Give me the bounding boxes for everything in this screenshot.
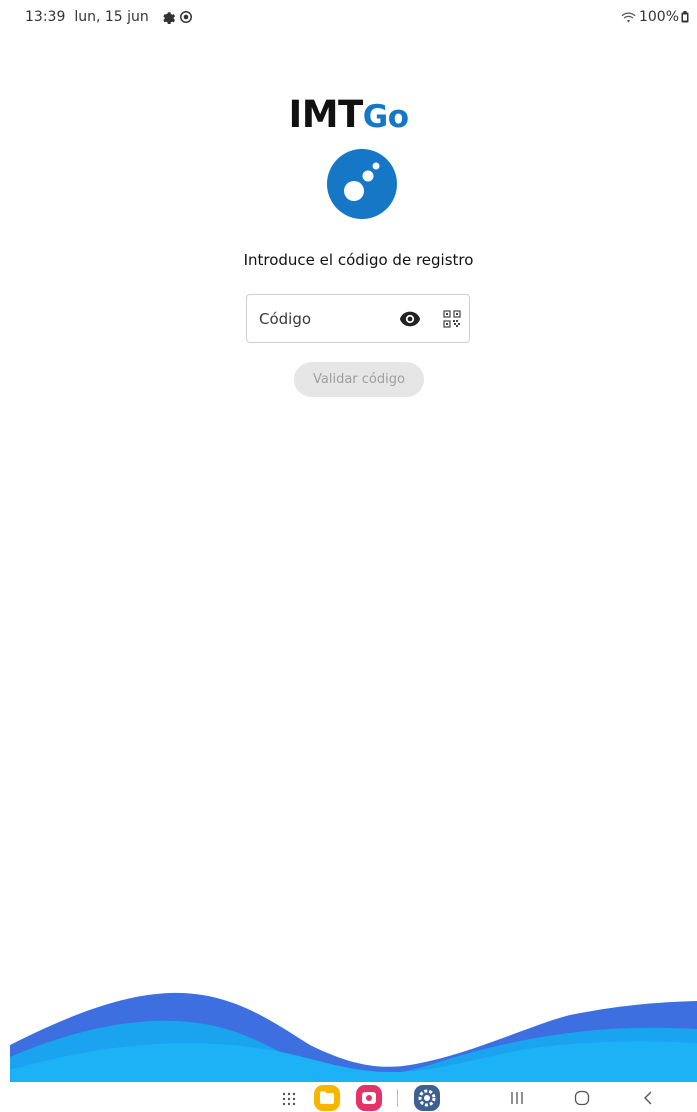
wifi-icon xyxy=(621,11,636,22)
decorative-waves xyxy=(10,992,697,1082)
screen-recorder-app-icon[interactable] xyxy=(356,1085,382,1111)
qr-code-icon[interactable] xyxy=(443,310,461,328)
taskbar-divider xyxy=(397,1089,398,1107)
home-icon[interactable] xyxy=(574,1090,590,1106)
status-time: 13:39 xyxy=(25,9,66,25)
logo-text-imt: IMT xyxy=(288,93,363,136)
app-screen: 13:39 lun, 15 jun 100% IMTGo Introduce e… xyxy=(0,0,697,1112)
status-bar-left: 13:39 lun, 15 jun xyxy=(25,9,197,25)
status-bar: 13:39 lun, 15 jun 100% xyxy=(0,0,697,34)
settings-app-icon[interactable] xyxy=(414,1085,440,1111)
status-bar-right: 100% xyxy=(621,9,689,25)
app-logo-icon xyxy=(327,149,397,219)
bottom-nav-bar xyxy=(0,1082,697,1112)
status-date: lun, 15 jun xyxy=(74,9,149,25)
location-target-icon xyxy=(179,11,192,23)
battery-icon xyxy=(681,11,689,23)
logo-text-go: Go xyxy=(362,99,409,135)
eye-icon[interactable] xyxy=(399,310,421,328)
app-logo-wordmark: IMTGo xyxy=(0,93,697,139)
back-icon[interactable] xyxy=(642,1090,654,1106)
settings-gear-icon xyxy=(163,12,175,24)
files-app-icon[interactable] xyxy=(314,1085,340,1111)
registration-code-field[interactable] xyxy=(246,294,470,343)
registration-instruction: Introduce el código de registro xyxy=(243,251,474,269)
apps-grid-icon[interactable] xyxy=(281,1091,297,1107)
battery-percent: 100% xyxy=(638,9,679,25)
validate-code-button[interactable]: Validar código xyxy=(294,362,424,397)
recents-icon[interactable] xyxy=(510,1091,524,1105)
registration-code-input[interactable] xyxy=(259,307,389,331)
